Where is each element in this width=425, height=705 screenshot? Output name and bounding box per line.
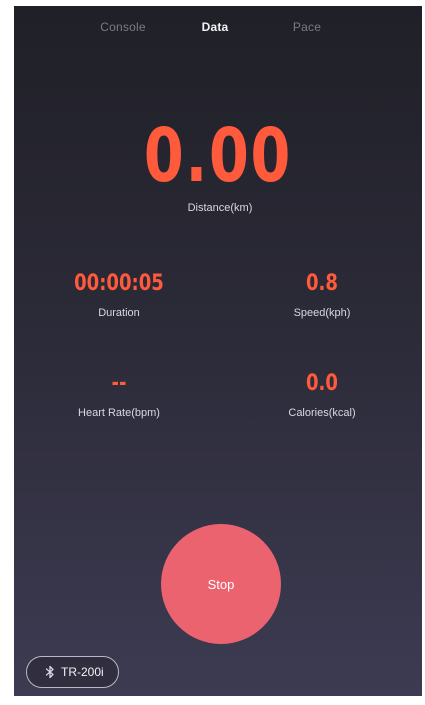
device-name: TR-200i (61, 665, 104, 679)
duration-value: 00:00:05 (74, 271, 164, 296)
stop-button[interactable]: Stop (161, 524, 281, 644)
heart-rate-metric: -- Heart Rate(bpm) (49, 370, 189, 419)
bluetooth-icon (45, 665, 55, 679)
calories-metric: 0.0 Calories(kcal) (252, 370, 392, 419)
duration-metric: 00:00:05 Duration (49, 270, 189, 319)
distance-metric: 0.00 Distance(km) (14, 114, 422, 214)
tab-console[interactable]: Console (77, 20, 169, 34)
device-connection-pill[interactable]: TR-200i (26, 656, 119, 688)
tab-pace[interactable]: Pace (261, 20, 353, 34)
calories-value: 0.0 (306, 371, 338, 396)
duration-label: Duration (98, 307, 140, 319)
speed-value: 0.8 (306, 271, 338, 296)
calories-label: Calories(kcal) (288, 407, 356, 419)
tab-data[interactable]: Data (169, 20, 261, 34)
top-tabs: Console Data Pace (14, 20, 422, 34)
distance-label: Distance(km) (187, 202, 253, 214)
distance-value: 0.00 (143, 113, 293, 199)
speed-metric: 0.8 Speed(kph) (252, 270, 392, 319)
tab-bar: Console Data Pace (77, 20, 353, 34)
speed-label: Speed(kph) (293, 307, 351, 319)
stop-button-label: Stop (207, 576, 235, 592)
heart-rate-label: Heart Rate(bpm) (78, 407, 160, 419)
app-screen: Console Data Pace 0.00 Distance(km) 00:0… (14, 6, 422, 696)
heart-rate-value: -- (111, 371, 127, 396)
